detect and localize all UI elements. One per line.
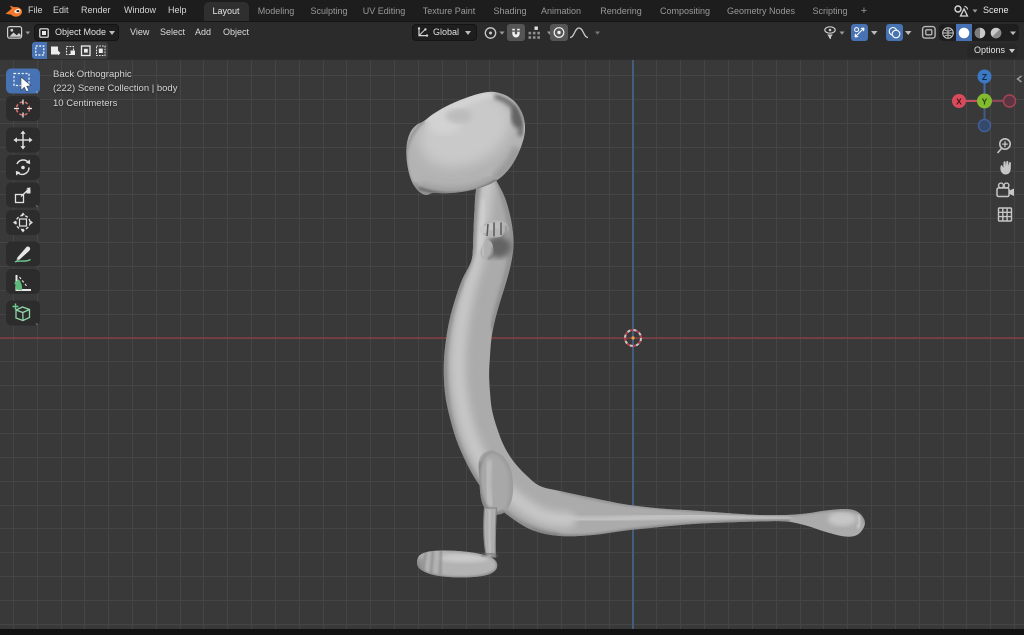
- svg-text:Y: Y: [982, 97, 988, 107]
- svg-text:Z: Z: [982, 72, 987, 82]
- svg-text:X: X: [956, 97, 962, 107]
